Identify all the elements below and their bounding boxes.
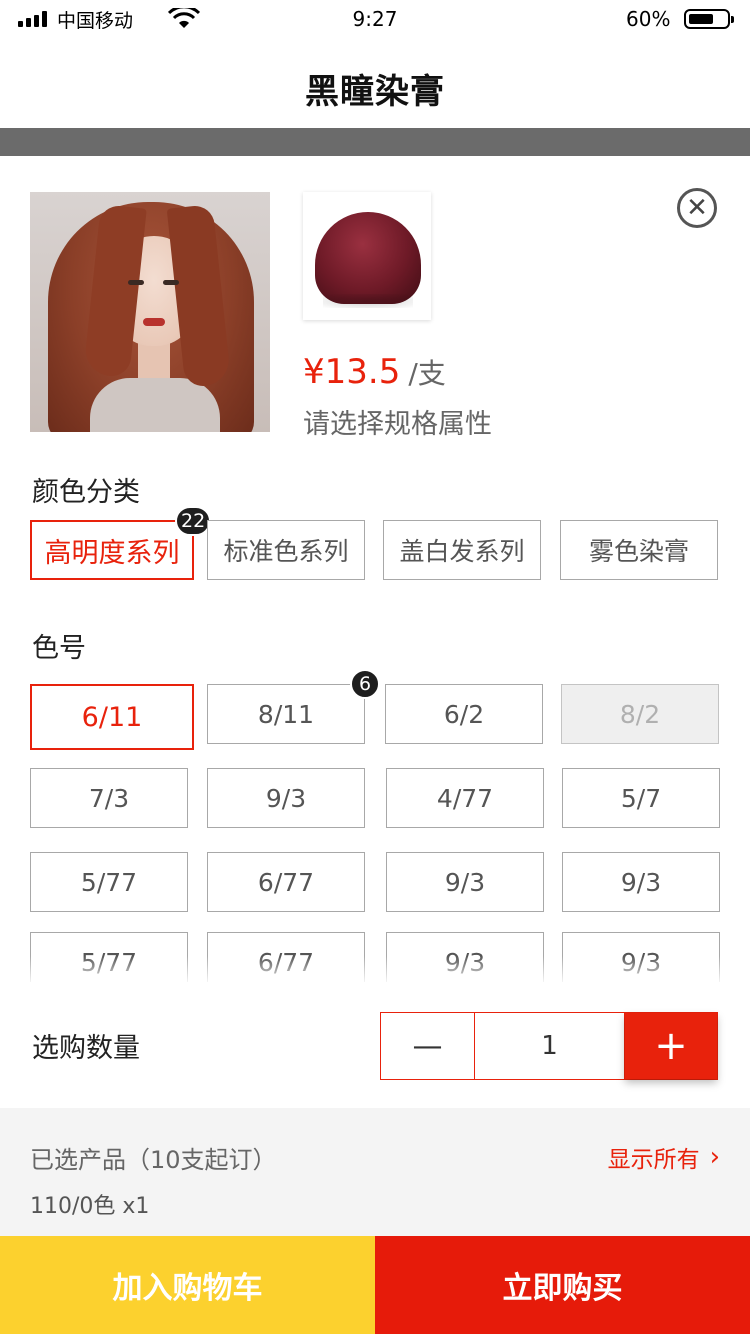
option-label: 5/7	[620, 783, 662, 813]
count-badge: 6	[350, 669, 380, 699]
nav-bar: 黑瞳染膏	[0, 40, 750, 128]
selected-product-item: 110/0色 x1	[30, 1194, 150, 1219]
shade-option[interactable]: 8/11	[207, 684, 365, 744]
shade-option[interactable]: 6/77	[207, 852, 365, 912]
modal-backdrop[interactable]	[0, 128, 750, 156]
shade-label: 色号	[32, 633, 86, 664]
option-label: 9/3	[265, 783, 307, 813]
shade-option[interactable]: 5/7	[562, 768, 720, 828]
option-label: 8/2	[619, 699, 661, 729]
price-line: ¥13.5 /支	[303, 352, 446, 392]
option-label: 9/3	[444, 867, 486, 897]
shade-option[interactable]: 7/3	[30, 768, 188, 828]
color-category-label: 颜色分类	[32, 477, 140, 508]
spec-hint: 请选择规格属性	[303, 409, 492, 440]
show-all-label: 显示所有	[607, 1147, 700, 1173]
option-label: 雾色染膏	[588, 537, 689, 566]
quantity-stepper: — 1 +	[380, 1012, 718, 1080]
option-label: 高明度系列	[44, 537, 180, 569]
page-title: 黑瞳染膏	[305, 72, 445, 112]
battery-icon	[684, 9, 734, 29]
color-category-option-mist[interactable]: 雾色染膏	[560, 520, 718, 580]
option-label: 7/3	[88, 783, 130, 813]
option-label: 标准色系列	[223, 537, 349, 566]
status-bar: 中国移动 9:27 60%	[0, 0, 750, 40]
option-label: 5/77	[80, 867, 138, 897]
color-category-option-gray-coverage[interactable]: 盖白发系列	[383, 520, 541, 580]
selected-products-panel: 已选产品（10支起订） 显示所有 › 110/0色 x1	[0, 1108, 750, 1236]
buy-now-button[interactable]: 立即购买	[375, 1236, 750, 1334]
shade-option[interactable]: 6/11	[30, 684, 194, 750]
shade-option[interactable]: 4/77	[386, 768, 544, 828]
color-category-option-standard[interactable]: 标准色系列	[207, 520, 365, 580]
add-to-cart-button[interactable]: 加入购物车	[0, 1236, 375, 1334]
shade-option[interactable]: 9/3	[386, 852, 544, 912]
option-label: 9/3	[620, 867, 662, 897]
quantity-input[interactable]: 1	[475, 1013, 625, 1079]
close-icon: ✕	[686, 193, 708, 223]
shade-option-disabled: 8/2	[561, 684, 719, 744]
plus-icon: +	[654, 1023, 688, 1069]
option-label: 盖白发系列	[399, 537, 525, 566]
model-photo	[30, 192, 270, 432]
battery-percent: 60%	[626, 7, 671, 31]
price-unit: /支	[408, 357, 446, 390]
action-bar: 加入购物车 立即购买	[0, 1236, 750, 1334]
hair-color-swatch-image[interactable]	[303, 192, 431, 320]
show-all-link[interactable]: 显示所有 ›	[608, 1140, 720, 1174]
chevron-right-icon: ›	[709, 1142, 720, 1172]
count-badge: 22	[175, 506, 212, 536]
shade-option[interactable]: 6/2	[385, 684, 543, 744]
quantity-row: 选购数量 — 1 +	[0, 982, 750, 1108]
option-label: 6/77	[257, 867, 315, 897]
color-category-option-high-brightness[interactable]: 高明度系列	[30, 520, 194, 580]
option-label: 4/77	[436, 783, 494, 813]
selected-products-title: 已选产品（10支起订）	[30, 1146, 277, 1174]
increment-button[interactable]: +	[625, 1013, 717, 1079]
decrement-button[interactable]: —	[381, 1013, 475, 1079]
option-label: 8/11	[257, 699, 315, 729]
price: ¥13.5	[303, 352, 401, 392]
shade-option[interactable]: 9/3	[207, 768, 365, 828]
shade-option[interactable]: 9/3	[562, 852, 720, 912]
shade-option[interactable]: 5/77	[30, 852, 188, 912]
spec-selection-sheet: ✕ ¥13.5 /支 请选择规格属性 颜色分类 高明度系列 22 标准色系列 盖…	[0, 156, 750, 1334]
option-label: 6/2	[443, 699, 485, 729]
minus-icon: —	[412, 1028, 443, 1064]
close-button[interactable]: ✕	[677, 188, 717, 228]
option-label: 6/11	[81, 701, 143, 733]
quantity-label: 选购数量	[32, 1033, 140, 1064]
